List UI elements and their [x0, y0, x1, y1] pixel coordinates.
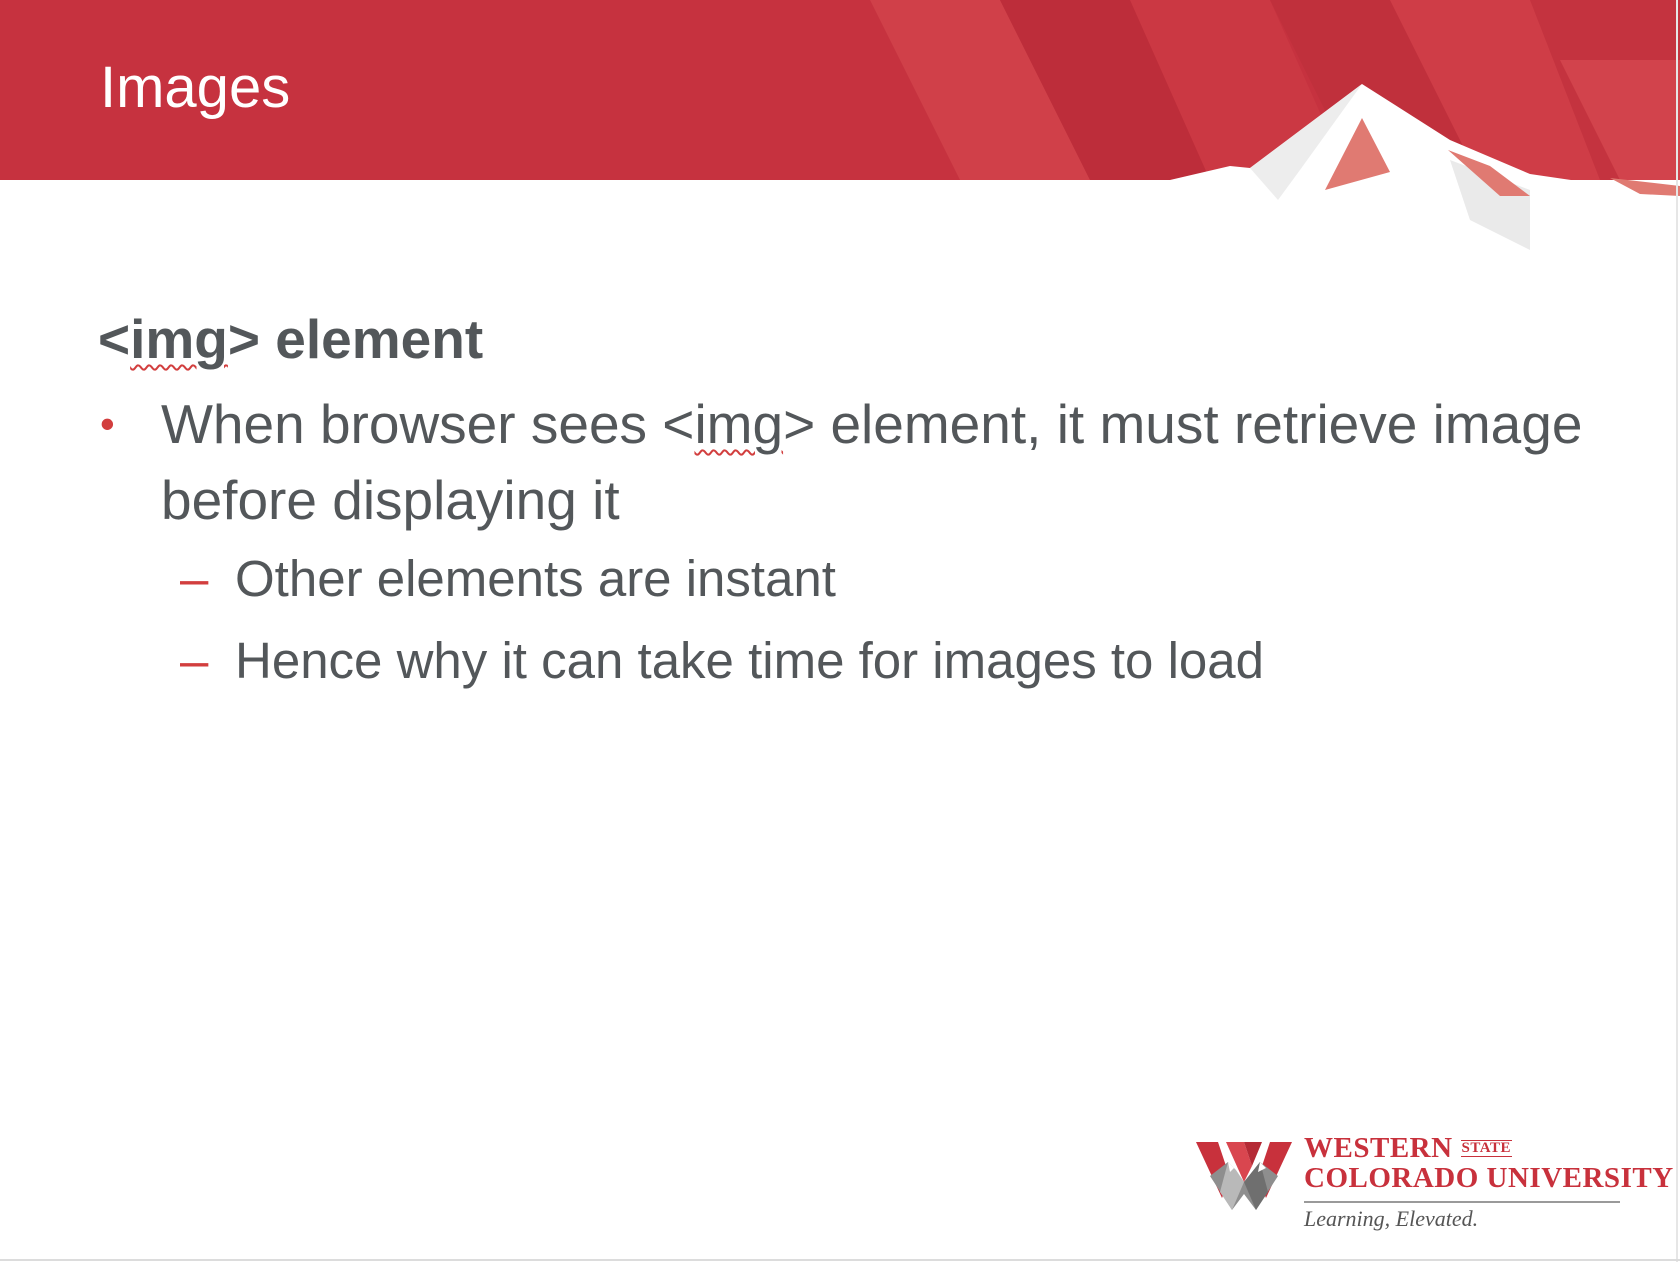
w-mountain-icon [1196, 1142, 1292, 1210]
bullet-marker: • [100, 400, 115, 447]
slide: Images <img> element • When browser sees… [0, 0, 1680, 1262]
sub-bullet-text: Other elements are instant [235, 550, 836, 607]
slide-title: Images [100, 55, 291, 120]
logo-state: STATE [1460, 1140, 1513, 1157]
sub-bullet-marker: – [180, 550, 209, 607]
logo-wordmark-line2: COLORADO UNIVERSITY [1304, 1162, 1674, 1194]
heading-spellcheck-word: img [130, 308, 228, 370]
header-banner [0, 0, 1680, 260]
university-logo: WESTERN STATE COLORADO UNIVERSITY Learnin… [1196, 1132, 1673, 1238]
logo-western: WESTERN [1304, 1132, 1453, 1164]
sub-bullet-list: – Other elements are instant – Hence why… [98, 544, 1598, 696]
sub-bullet-text: Hence why it can take time for images to… [235, 632, 1264, 689]
section-heading: <img> element [98, 306, 1598, 372]
logo-wordmark-line1: WESTERN STATE [1304, 1132, 1513, 1165]
logo-tagline: Learning, Elevated. [1304, 1206, 1479, 1231]
bullet-item: • When browser sees <img> element, it mu… [98, 386, 1598, 538]
sub-bullet-marker: – [180, 632, 209, 689]
sub-bullet-item: – Other elements are instant [98, 544, 1598, 614]
sub-bullet-item: – Hence why it can take time for images … [98, 626, 1598, 696]
slide-content: <img> element • When browser sees <img> … [98, 306, 1598, 708]
slide-edge-right [1676, 0, 1678, 1262]
bullet-spellcheck-word: img [694, 393, 784, 455]
slide-edge-bottom [0, 1259, 1680, 1261]
heading-text: < [98, 308, 131, 370]
logo-divider [1304, 1201, 1620, 1203]
bullet-text: When browser sees < [161, 393, 695, 455]
heading-text: > element [227, 308, 484, 370]
